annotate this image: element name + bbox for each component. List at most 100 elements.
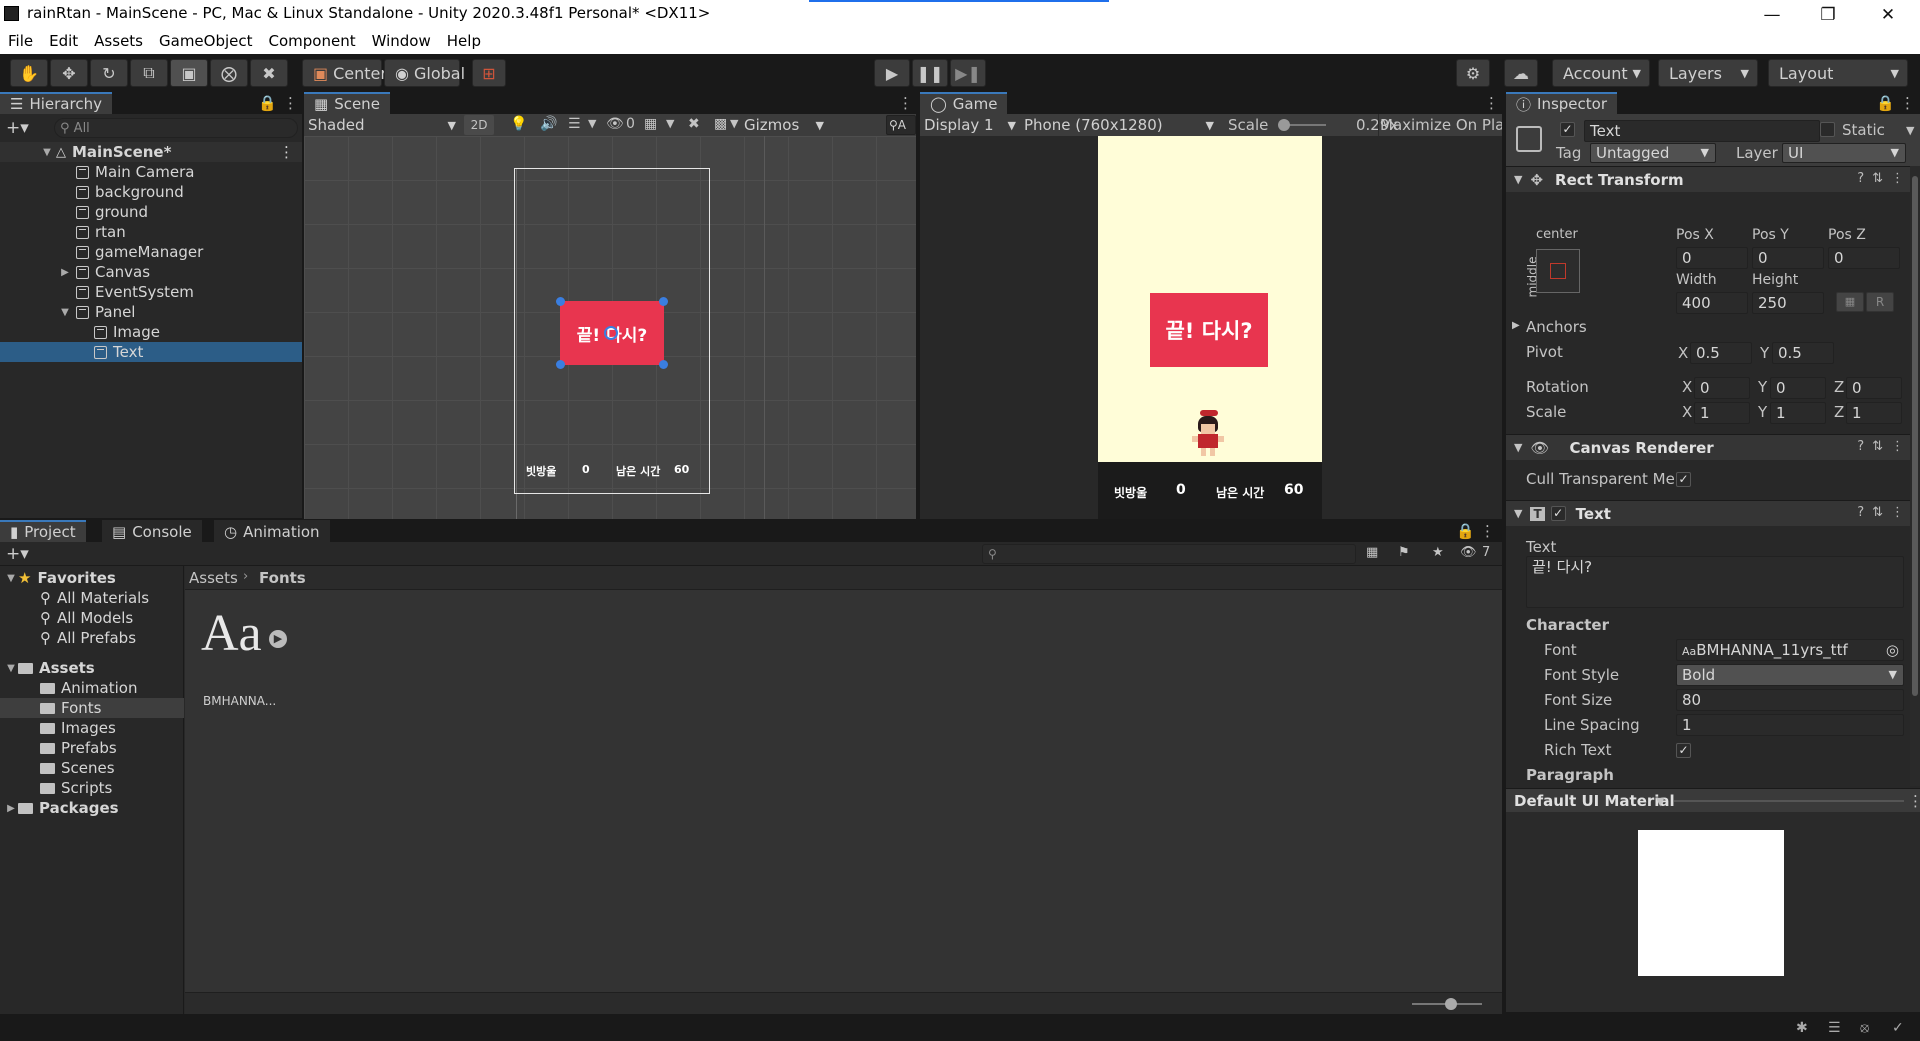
tab-hierarchy[interactable]: ☰ Hierarchy: [0, 92, 112, 114]
favorite-all-models[interactable]: ⚲ All Models: [0, 608, 184, 628]
tab-console[interactable]: ▤ Console: [102, 520, 202, 542]
text-content-area[interactable]: 끝! 다시?: [1526, 556, 1904, 608]
rect-tool-icon[interactable]: ▣: [170, 59, 208, 87]
chevron-down-icon[interactable]: ▼: [730, 117, 738, 130]
chevron-down-icon[interactable]: ▼: [666, 117, 674, 130]
tab-animation[interactable]: ◷ Animation: [214, 520, 330, 542]
rotation-y-field[interactable]: 0: [1770, 377, 1826, 399]
menu-gameobject[interactable]: GameObject: [151, 29, 261, 54]
camera-icon[interactable]: ▩: [714, 116, 727, 132]
expand-arrow-icon[interactable]: ▼: [1514, 441, 1522, 454]
height-field[interactable]: 250: [1752, 292, 1824, 314]
minimize-icon[interactable]: —: [1744, 0, 1800, 29]
tab-project[interactable]: ▮ Project: [0, 520, 86, 542]
favorite-all-prefabs[interactable]: ⚲ All Prefabs: [0, 628, 184, 648]
hierarchy-item-panel[interactable]: ▼ Panel: [0, 302, 302, 322]
folder-scripts[interactable]: Scripts: [0, 778, 184, 798]
favorites-row[interactable]: ▼ ★ Favorites: [0, 568, 184, 588]
kebab-menu-icon[interactable]: ⋮: [898, 94, 913, 112]
kebab-menu-icon[interactable]: ⋮: [1484, 94, 1499, 112]
check-circle-icon[interactable]: ✓: [1892, 1020, 1904, 1036]
blueprint-mode-icon[interactable]: ▦: [1836, 292, 1864, 312]
expand-arrow-icon[interactable]: ▼: [1514, 507, 1522, 520]
expand-arrow-icon[interactable]: ▼: [1514, 173, 1522, 186]
scene-viewport[interactable]: 끝! 다시? 빗방울 0 남은 시간 60: [304, 136, 916, 519]
active-checkbox[interactable]: ✓: [1560, 122, 1575, 137]
breadcrumb-assets[interactable]: Assets: [189, 569, 238, 587]
play-button[interactable]: ▶: [874, 59, 910, 87]
scale-x-field[interactable]: 1: [1694, 402, 1750, 424]
menu-edit[interactable]: Edit: [41, 29, 86, 54]
hidden-objects-icon[interactable]: 👁: [606, 116, 624, 132]
hierarchy-item-eventsystem[interactable]: EventSystem: [0, 282, 302, 302]
object-name-field[interactable]: Text: [1584, 120, 1820, 142]
favorite-star-icon[interactable]: ★: [1432, 545, 1444, 560]
tools-icon[interactable]: ✖: [688, 116, 700, 132]
resize-handle[interactable]: [556, 297, 565, 306]
grid-snap-icon[interactable]: ▦: [644, 116, 657, 132]
font-asset-tile[interactable]: Aa ▶: [201, 604, 287, 690]
breadcrumb-fonts[interactable]: Fonts: [259, 569, 306, 587]
layout-dropdown[interactable]: Layout ▼: [1768, 59, 1908, 87]
lock-icon[interactable]: 🔒: [258, 94, 277, 112]
cloud-icon[interactable]: ☁: [1504, 59, 1538, 87]
menu-component[interactable]: Component: [261, 29, 364, 54]
project-search-input[interactable]: ⚲: [982, 544, 1356, 564]
shading-dropdown[interactable]: Shaded ▼: [308, 116, 456, 134]
custom-tool-icon[interactable]: ✖: [250, 59, 288, 87]
tab-inspector[interactable]: ⓘ Inspector: [1506, 92, 1617, 114]
component-actions[interactable]: ?⇅⋮: [1857, 171, 1912, 186]
snap-icon[interactable]: ⊞: [472, 59, 506, 87]
lock-icon[interactable]: 🔒: [1456, 522, 1475, 540]
component-actions[interactable]: ?⇅⋮: [1857, 505, 1912, 520]
collapse-arrow-icon[interactable]: ▶: [1512, 320, 1520, 331]
display-dropdown[interactable]: Display 1 ▼: [924, 116, 1016, 134]
component-actions[interactable]: ?⇅⋮: [1857, 439, 1912, 454]
lock-icon[interactable]: 🔒: [1876, 94, 1895, 112]
scale-slider-thumb[interactable]: [1278, 119, 1290, 131]
menu-window[interactable]: Window: [364, 29, 439, 54]
collapse-arrow-icon[interactable]: ▶: [58, 267, 72, 278]
folder-fonts[interactable]: Fonts: [0, 698, 184, 718]
layers-stack-icon[interactable]: ☰: [1828, 1020, 1841, 1036]
menu-file[interactable]: File: [0, 29, 41, 54]
material-header[interactable]: Default UI Material ▼ ⋮: [1506, 788, 1920, 812]
resolution-dropdown[interactable]: Phone (760x1280) ▼: [1024, 116, 1214, 134]
scale-tool-icon[interactable]: ⧉: [130, 59, 168, 87]
resize-handle[interactable]: [556, 360, 565, 369]
font-style-dropdown[interactable]: Bold ▼: [1676, 664, 1904, 686]
hierarchy-item-canvas[interactable]: ▶ Canvas: [0, 262, 302, 282]
folder-animation[interactable]: Animation: [0, 678, 184, 698]
pos-z-field[interactable]: 0: [1828, 247, 1900, 269]
hierarchy-item-gamemanager[interactable]: gameManager: [0, 242, 302, 262]
scrollbar-thumb[interactable]: [1912, 176, 1918, 696]
resize-handle[interactable]: [659, 297, 668, 306]
account-dropdown[interactable]: Account ▼: [1552, 59, 1650, 87]
add-object-button[interactable]: +▾: [6, 118, 29, 138]
anchor-presets-button[interactable]: [1536, 249, 1580, 293]
toggle-2d-button[interactable]: 2D: [464, 115, 494, 135]
rotation-z-field[interactable]: 0: [1846, 377, 1902, 399]
cull-transparent-checkbox[interactable]: ✓: [1676, 472, 1691, 487]
hidden-packages-icon[interactable]: 👁: [1460, 545, 1477, 560]
rotation-x-field[interactable]: 0: [1694, 377, 1750, 399]
gizmos-dropdown[interactable]: Gizmos ▼: [744, 116, 824, 134]
folder-images[interactable]: Images: [0, 718, 184, 738]
hierarchy-item-text[interactable]: Text: [0, 342, 302, 362]
chevron-down-icon[interactable]: ▼: [1906, 124, 1914, 137]
scale-y-field[interactable]: 1: [1770, 402, 1826, 424]
hierarchy-item-rtan[interactable]: rtan: [0, 222, 302, 242]
hierarchy-item-background[interactable]: background: [0, 182, 302, 202]
expand-arrow-icon[interactable]: ▼: [4, 663, 18, 674]
text-component-header[interactable]: ▼ T ✓ Text ?⇅⋮: [1506, 500, 1920, 526]
hierarchy-scene-row[interactable]: ▼ △ MainScene* ⋮: [0, 142, 302, 162]
services-gear-icon[interactable]: ⚙: [1456, 59, 1490, 87]
space-mode-button[interactable]: ◉ Global: [384, 59, 465, 87]
tab-game[interactable]: ◯ Game: [920, 92, 1008, 114]
close-icon[interactable]: ✕: [1860, 0, 1916, 29]
assets-root-row[interactable]: ▼ Assets: [0, 658, 184, 678]
chevron-down-icon[interactable]: ▼: [1656, 795, 1664, 808]
audio-icon[interactable]: 🔊: [540, 116, 557, 132]
icon-size-slider-thumb[interactable]: [1445, 998, 1457, 1010]
hierarchy-search-input[interactable]: ⚲ All: [54, 118, 298, 138]
